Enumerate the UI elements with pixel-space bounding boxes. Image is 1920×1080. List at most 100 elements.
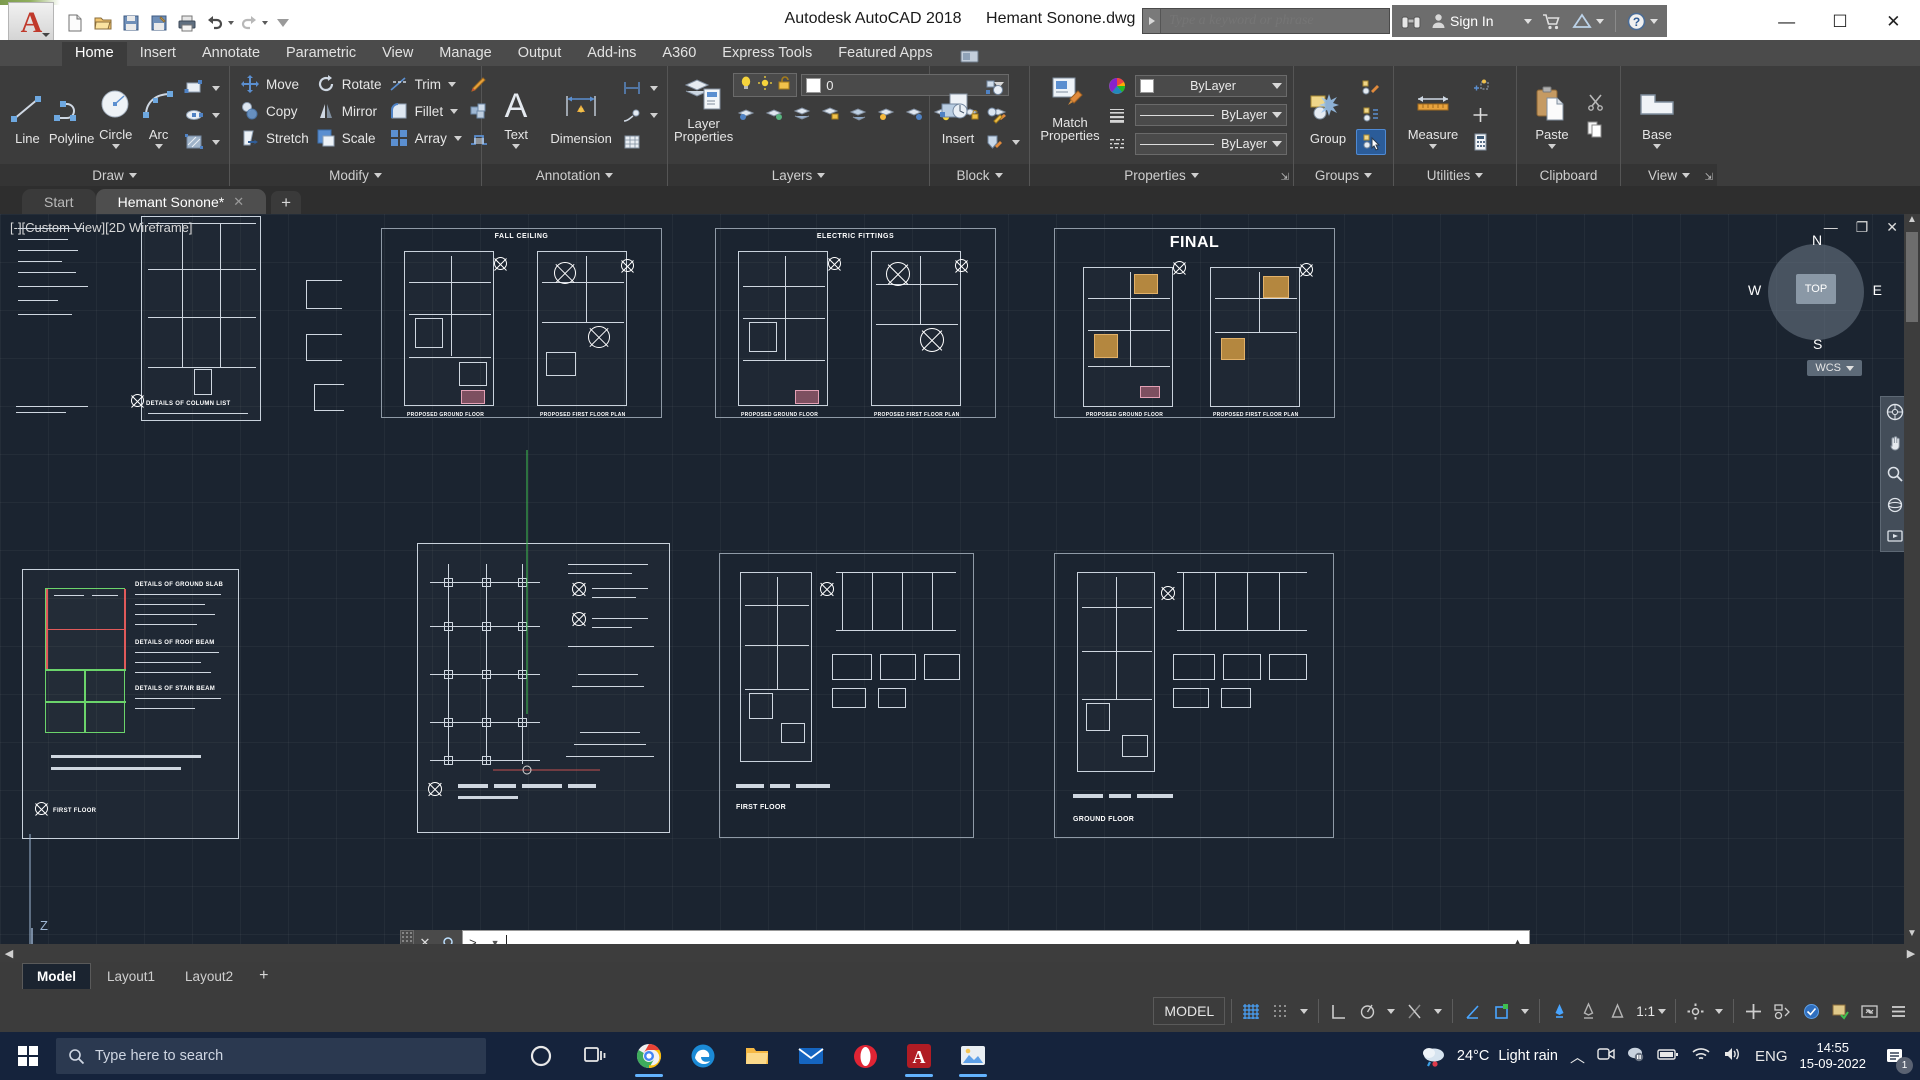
chevron-down-icon[interactable] xyxy=(1846,365,1854,371)
hatch-button[interactable] xyxy=(180,129,223,155)
base-view-button[interactable]: Base xyxy=(1627,81,1687,149)
autodesk-dropdown-icon[interactable] xyxy=(1595,18,1604,24)
sheet-electric-fittings[interactable]: ELECTRIC FITTINGS PROPOSED GROUND FLOOR … xyxy=(715,228,996,418)
osnap-dropdown-icon[interactable] xyxy=(1434,1008,1443,1014)
sheet-first-floor[interactable]: FIRST FLOOR xyxy=(719,553,974,838)
calculator-button[interactable] xyxy=(1466,129,1494,155)
maximize-button[interactable]: ☐ xyxy=(1813,0,1866,44)
otrack-icon[interactable] xyxy=(1459,997,1486,1025)
close-button[interactable]: ✕ xyxy=(1867,0,1920,44)
annotation-visibility-icon[interactable] xyxy=(1546,997,1573,1025)
panel-label-properties[interactable]: Properties ⇲ xyxy=(1030,164,1293,186)
notification-center-button[interactable]: 1 xyxy=(1878,1039,1913,1074)
trim-dropdown-icon[interactable] xyxy=(448,81,457,87)
measure-button[interactable]: Measure xyxy=(1400,81,1466,149)
ungroup-button[interactable] xyxy=(1356,75,1386,101)
view-cube-west[interactable]: W xyxy=(1748,282,1761,298)
leader-dropdown-icon[interactable] xyxy=(650,112,658,118)
paste-button[interactable]: Paste xyxy=(1523,81,1581,149)
application-menu-button[interactable]: A xyxy=(8,2,54,44)
view-cube-south[interactable]: S xyxy=(1813,336,1822,352)
chevron-down-icon[interactable] xyxy=(1272,112,1282,118)
ribbon-tab-manage[interactable]: Manage xyxy=(426,42,504,66)
match-properties-button[interactable]: Match Properties xyxy=(1036,69,1104,142)
panel-label-layers[interactable]: Layers xyxy=(668,164,929,186)
fillet-dropdown-icon[interactable] xyxy=(450,108,459,114)
customize-icon[interactable] xyxy=(270,10,296,36)
define-attribute-button[interactable] xyxy=(980,129,1023,155)
leader-button[interactable] xyxy=(618,102,661,128)
viewport-close-button[interactable]: ✕ xyxy=(1886,219,1898,236)
dialog-launcher-icon[interactable]: ⇲ xyxy=(1705,172,1713,183)
drawing-section-details[interactable] xyxy=(306,272,368,432)
view-cube[interactable]: TOP N S E W xyxy=(1748,232,1882,352)
table-button[interactable] xyxy=(618,129,661,155)
trim-button[interactable]: Trim xyxy=(385,71,465,97)
sun-icon[interactable] xyxy=(757,75,773,96)
chrome-icon[interactable] xyxy=(626,1034,672,1078)
file-explorer-icon[interactable] xyxy=(734,1034,780,1078)
circle-dropdown-icon[interactable] xyxy=(111,144,120,149)
group-selection-button[interactable] xyxy=(1356,129,1386,155)
horizontal-scrollbar[interactable]: ◀ ▶ xyxy=(0,944,1920,962)
help-dropdown-icon[interactable] xyxy=(1649,18,1658,24)
layer-freeze-icon[interactable] xyxy=(761,100,787,126)
arc-dropdown-icon[interactable] xyxy=(154,144,163,149)
plot-icon[interactable] xyxy=(174,10,200,36)
lineweight-icon[interactable] xyxy=(1488,997,1515,1025)
vertical-scrollbar[interactable]: ▲ ▼ xyxy=(1904,214,1920,944)
sheet-final[interactable]: FINAL PROPOSED GROUND FLOOR PROPOSED FIR… xyxy=(1054,228,1335,418)
copy-button[interactable]: Copy xyxy=(236,98,312,124)
save-icon[interactable] xyxy=(118,10,144,36)
layer-properties-button[interactable]: Layer Properties xyxy=(674,70,733,143)
unlock-icon[interactable] xyxy=(776,75,792,96)
plus-icon[interactable] xyxy=(1740,997,1767,1025)
measure-dropdown-icon[interactable] xyxy=(1429,144,1437,149)
sign-in-button[interactable]: Sign In xyxy=(1428,6,1535,36)
array-dropdown-icon[interactable] xyxy=(453,135,462,141)
start-button[interactable] xyxy=(0,1032,56,1080)
search-input[interactable] xyxy=(1161,13,1389,29)
sheet-structure-detail[interactable] xyxy=(417,543,670,833)
scroll-left-icon[interactable]: ◀ xyxy=(0,947,18,960)
viewport-minimize-button[interactable]: — xyxy=(1824,219,1838,236)
battery-saver-icon[interactable] xyxy=(1627,1046,1645,1066)
lightbulb-icon[interactable] xyxy=(738,75,754,96)
plan-color-grid[interactable] xyxy=(45,588,126,733)
text-dropdown-icon[interactable] xyxy=(512,144,521,149)
arc-button[interactable]: Arc xyxy=(137,81,180,149)
ribbon-tab-home[interactable]: Home xyxy=(62,42,127,66)
layer-isolate-icon[interactable] xyxy=(733,100,759,126)
layer-thaw-icon[interactable] xyxy=(901,100,927,126)
scroll-right-icon[interactable]: ▶ xyxy=(1902,947,1920,960)
plan-ef-ground[interactable]: PROPOSED GROUND FLOOR xyxy=(738,251,828,418)
define-attribute-dropdown-icon[interactable] xyxy=(1012,139,1020,145)
weather-widget[interactable]: 24°C Light rain xyxy=(1420,1044,1558,1068)
mail-icon[interactable] xyxy=(788,1034,834,1078)
color-control[interactable]: ByLayer xyxy=(1135,75,1287,97)
saveas-icon[interactable] xyxy=(146,10,172,36)
annotation-monitor-icon[interactable] xyxy=(1827,997,1854,1025)
autoscale-icon[interactable] xyxy=(1575,997,1602,1025)
camera-icon[interactable] xyxy=(1597,1046,1615,1066)
panel-label-modify[interactable]: Modify xyxy=(230,164,481,186)
rotate-button[interactable]: Rotate xyxy=(312,71,385,97)
ribbon-tab-addins[interactable]: Add-ins xyxy=(574,42,649,66)
panel-label-groups[interactable]: Groups xyxy=(1294,164,1393,186)
stretch-button[interactable]: Stretch xyxy=(236,125,312,151)
ribbon-tab-featured-apps[interactable]: Featured Apps xyxy=(825,42,945,66)
plan-final-ground[interactable]: PROPOSED GROUND FLOOR xyxy=(1083,267,1173,418)
cut-button[interactable] xyxy=(1581,89,1609,115)
plan-ground-floor[interactable] xyxy=(1077,572,1155,772)
redo-icon[interactable] xyxy=(236,10,262,36)
rectangle-dropdown-icon[interactable] xyxy=(212,85,221,91)
move-button[interactable]: Move xyxy=(236,71,312,97)
layer-lock-icon[interactable] xyxy=(817,100,843,126)
edit-attribute-button[interactable] xyxy=(980,102,1023,128)
help-icon[interactable]: ? xyxy=(1624,6,1661,36)
paste-dropdown-icon[interactable] xyxy=(1548,144,1556,149)
point-style-button[interactable] xyxy=(1466,75,1494,101)
osnap-icon[interactable] xyxy=(1401,997,1428,1025)
close-icon[interactable]: ✕ xyxy=(233,194,244,210)
battery-icon[interactable] xyxy=(1657,1047,1679,1065)
